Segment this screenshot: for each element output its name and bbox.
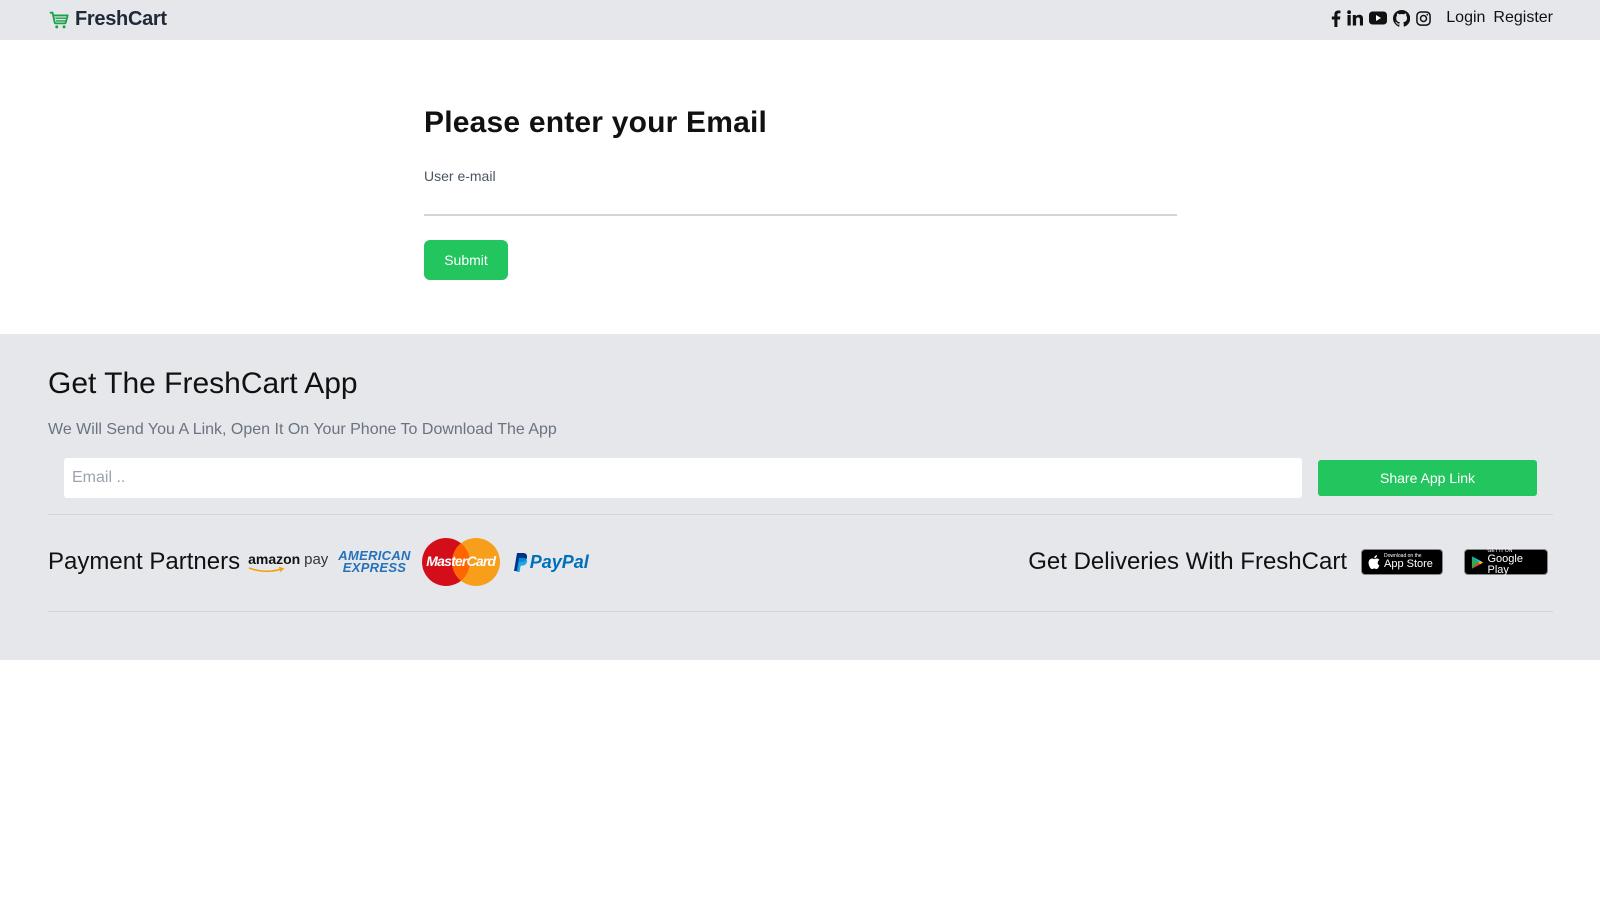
paypal-p-icon — [513, 553, 527, 572]
mastercard-logo: MasterCard — [421, 537, 501, 587]
amazon-smile-icon — [248, 566, 285, 572]
facebook-icon[interactable] — [1331, 9, 1341, 27]
navbar: FreshCart Login Register — [0, 0, 1600, 40]
footer-subtitle: We Will Send You A Link, Open It On Your… — [48, 421, 557, 438]
forgot-password-form: Please enter your Email User e-mail Subm… — [424, 106, 1177, 280]
login-link[interactable]: Login — [1446, 9, 1485, 27]
cart-icon — [49, 11, 69, 28]
app-email-input[interactable] — [64, 458, 1302, 498]
divider — [48, 514, 1553, 515]
brand-name: FreshCart — [75, 8, 167, 30]
google-play-badge[interactable]: GET IT ON Google Play — [1464, 548, 1548, 576]
github-icon[interactable] — [1393, 9, 1411, 27]
deliveries-title: Get Deliveries With FreshCart — [1028, 548, 1347, 575]
footer: Get The FreshCart App We Will Send You A… — [0, 334, 1600, 660]
amex-line2: EXPRESS — [342, 560, 407, 575]
amazon-text: amazon — [248, 550, 301, 567]
submit-button[interactable]: Submit — [424, 240, 508, 280]
apple-icon — [1368, 555, 1380, 569]
page-title: Please enter your Email — [424, 106, 768, 139]
google-play-icon — [1471, 555, 1484, 569]
app-store-big-text: App Store — [1384, 558, 1433, 570]
email-field[interactable] — [424, 192, 1177, 216]
deliveries-section: Get Deliveries With FreshCart Download o… — [1028, 537, 1548, 587]
youtube-icon[interactable] — [1369, 11, 1388, 25]
nav-right: Login Register — [1328, 9, 1553, 27]
divider — [48, 611, 1553, 612]
instagram-icon[interactable] — [1416, 10, 1432, 26]
share-app-link-button[interactable]: Share App Link — [1318, 460, 1537, 496]
amazon-pay-logo: amazon pay — [248, 552, 328, 573]
pay-text: pay — [304, 550, 329, 568]
payment-partners-title: Payment Partners — [48, 548, 241, 575]
paypal-logo: PayPal — [511, 552, 589, 573]
brand-logo[interactable]: FreshCart — [48, 8, 167, 31]
mastercard-text: MasterCard — [426, 553, 496, 569]
linkedin-icon[interactable] — [1347, 10, 1364, 26]
payment-partners: Payment Partners amazon pay AMERICAN EXP… — [48, 537, 599, 587]
american-express-logo: AMERICAN EXPRESS — [338, 548, 410, 575]
email-label: User e-mail — [424, 168, 496, 184]
footer-title: Get The FreshCart App — [48, 367, 358, 400]
paypal-text: PayPal — [529, 551, 589, 572]
social-links — [1328, 9, 1434, 27]
register-link[interactable]: Register — [1493, 9, 1553, 27]
app-store-badge[interactable]: Download on the App Store — [1361, 549, 1443, 575]
google-play-big-text: Google Play — [1487, 552, 1523, 576]
share-app-row: Share App Link — [64, 458, 1537, 498]
